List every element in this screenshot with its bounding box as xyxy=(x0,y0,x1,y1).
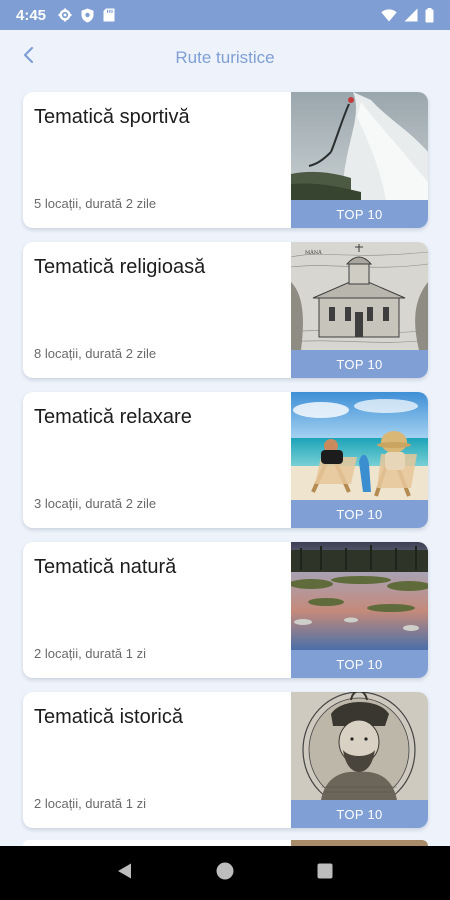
signal-icon xyxy=(404,8,418,22)
top10-badge: TOP 10 xyxy=(291,800,428,828)
recents-square-icon xyxy=(317,863,333,884)
route-meta: 2 locații, durată 1 zi xyxy=(34,796,147,811)
route-title: Tematică relaxare xyxy=(34,406,192,428)
route-title: Tematică natură xyxy=(34,556,177,578)
navigation-bar xyxy=(0,846,450,900)
chevron-left-icon xyxy=(22,46,36,69)
battery-icon xyxy=(425,7,434,23)
route-meta: 8 locații, durată 2 zile xyxy=(34,346,157,361)
nav-back-button[interactable] xyxy=(105,853,145,893)
status-bar: 4:45 xyxy=(0,0,450,30)
nav-home-button[interactable] xyxy=(205,853,245,893)
page-title: Rute turistice xyxy=(175,48,275,67)
beach-photo xyxy=(291,392,428,500)
route-card-istorica[interactable]: Tematică istorică 2 locații, durată 1 zi… xyxy=(23,692,428,828)
nav-recents-button[interactable] xyxy=(305,853,345,893)
back-triangle-icon xyxy=(116,862,134,885)
svg-text:MĂNĂ: MĂNĂ xyxy=(305,249,322,256)
route-card-religioasa[interactable]: Tematică religioasă 8 locații, durată 2 … xyxy=(23,242,428,378)
app-bar: Rute turistice xyxy=(0,30,450,86)
top10-badge: TOP 10 xyxy=(291,350,428,378)
route-title: Tematică religioasă xyxy=(34,256,206,278)
historical-portrait xyxy=(291,692,428,800)
route-title: Tematică sportivă xyxy=(34,106,190,128)
shield-icon xyxy=(81,8,94,23)
status-time: 4:45 xyxy=(16,6,47,24)
home-circle-icon xyxy=(216,862,234,885)
river-delta-photo xyxy=(291,542,428,650)
route-list: Tematică sportivă 5 locații, durată 2 zi… xyxy=(23,92,428,842)
church-engraving: MĂNĂ xyxy=(291,242,428,350)
route-meta: 5 locații, durată 2 zile xyxy=(34,196,157,211)
route-meta: 2 locații, durată 1 zi xyxy=(34,646,147,661)
top10-badge: TOP 10 xyxy=(291,500,428,528)
route-card-relaxare[interactable]: Tematică relaxare 3 locații, durată 2 zi… xyxy=(23,392,428,528)
wifi-icon xyxy=(381,8,397,22)
gear-icon xyxy=(58,8,72,22)
route-card-natura[interactable]: Tematică natură 2 locații, durată 1 zi T… xyxy=(23,542,428,678)
sd-card-icon xyxy=(103,8,115,22)
waterfall-photo xyxy=(291,92,428,200)
top10-badge: TOP 10 xyxy=(291,650,428,678)
route-card-sportiva[interactable]: Tematică sportivă 5 locații, durată 2 zi… xyxy=(23,92,428,228)
route-meta: 3 locații, durată 2 zile xyxy=(34,496,157,511)
top10-badge: TOP 10 xyxy=(291,200,428,228)
back-button[interactable] xyxy=(14,42,44,72)
route-title: Tematică istorică xyxy=(34,706,183,728)
